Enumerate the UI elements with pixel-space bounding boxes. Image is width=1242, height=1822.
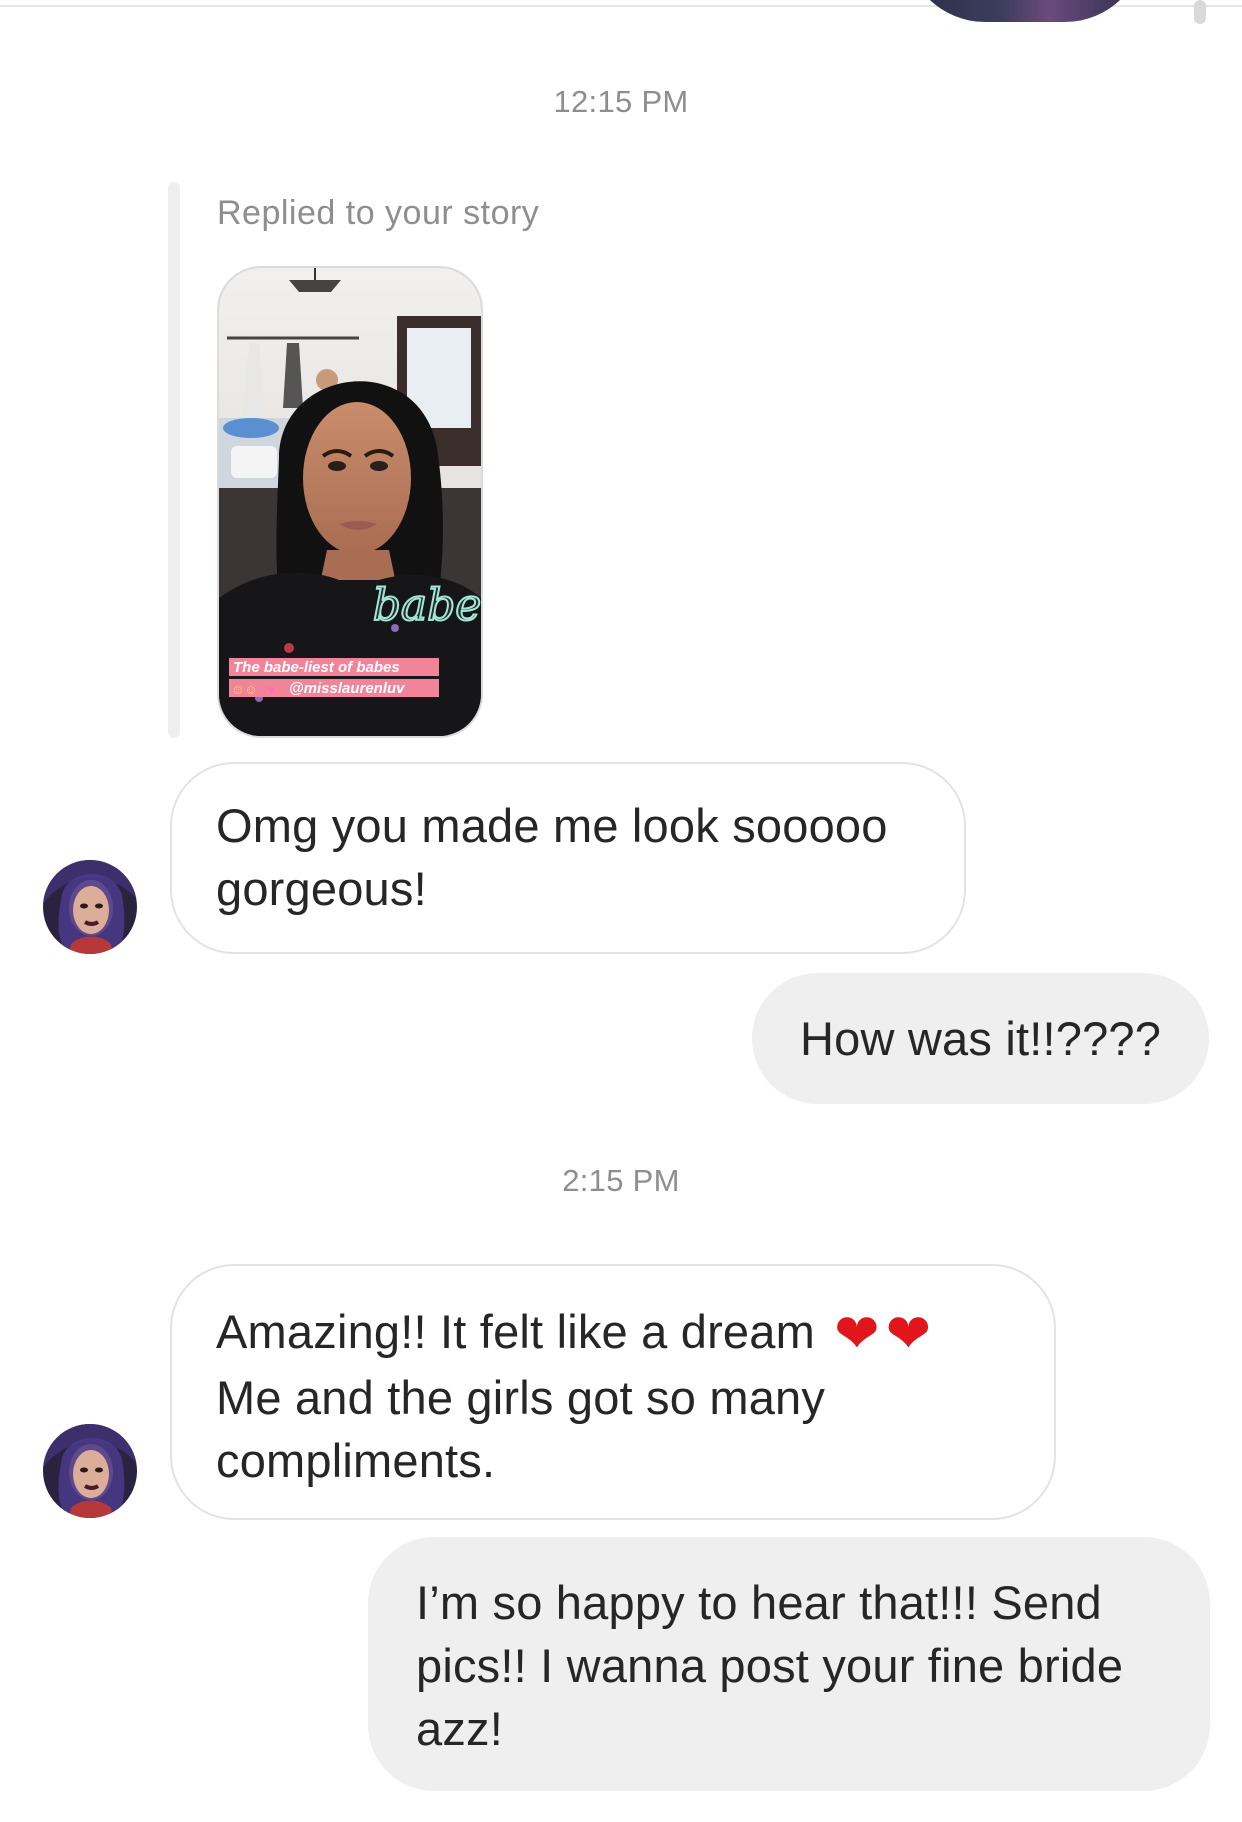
heart-emoji: ❤ (834, 1304, 880, 1364)
story-image: babe The babe-liest of babes ☺☺ ♥ @missl… (219, 268, 481, 736)
scroll-indicator[interactable] (1194, 0, 1206, 24)
sender-avatar[interactable] (43, 1424, 137, 1518)
timestamp: 12:15 PM (553, 84, 689, 119)
outgoing-message-bubble[interactable]: I’m so happy to hear that!!! Send pics!!… (368, 1537, 1210, 1791)
story-preview[interactable]: babe The babe-liest of babes ☺☺ ♥ @missl… (217, 266, 483, 738)
message-text-line: Omg you made me look sooooo (216, 799, 888, 852)
svg-text:♥: ♥ (267, 682, 275, 697)
message-text-line: Amazing!! It felt like a dream ❤ ❤ (216, 1304, 932, 1364)
reply-quote-bar (168, 182, 180, 738)
message-text-line: I’m so happy to hear that!!! Send (416, 1576, 1102, 1629)
message-text-line: compliments. (216, 1434, 496, 1487)
timestamp: 2:15 PM (562, 1163, 680, 1198)
incoming-message-bubble[interactable]: Omg you made me look sooooo gorgeous! (170, 762, 966, 954)
message-text-line: Me and the girls got so many (216, 1371, 826, 1424)
sender-avatar[interactable] (43, 860, 137, 954)
story-caption-line1: The babe-liest of babes (233, 659, 400, 676)
incoming-message-bubble[interactable]: Amazing!! It felt like a dream ❤ ❤ Me and… (170, 1264, 1056, 1520)
replied-to-story-label: Replied to your story (217, 194, 540, 232)
previous-media-thumbnail[interactable] (905, 0, 1145, 22)
message-text-line: pics!! I wanna post your fine bride (416, 1639, 1124, 1692)
svg-text:☺☺: ☺☺ (231, 682, 258, 697)
message-text-line: gorgeous! (216, 862, 427, 915)
message-text-line: azz! (416, 1702, 503, 1755)
outgoing-message-bubble[interactable]: How was it!!???? (752, 973, 1209, 1104)
heart-emoji: ❤ (885, 1304, 932, 1364)
story-caption-line2: @misslaurenluv (289, 680, 406, 697)
message-text-line: How was it!!???? (800, 1012, 1162, 1065)
babe-sticker: babe (373, 580, 481, 631)
